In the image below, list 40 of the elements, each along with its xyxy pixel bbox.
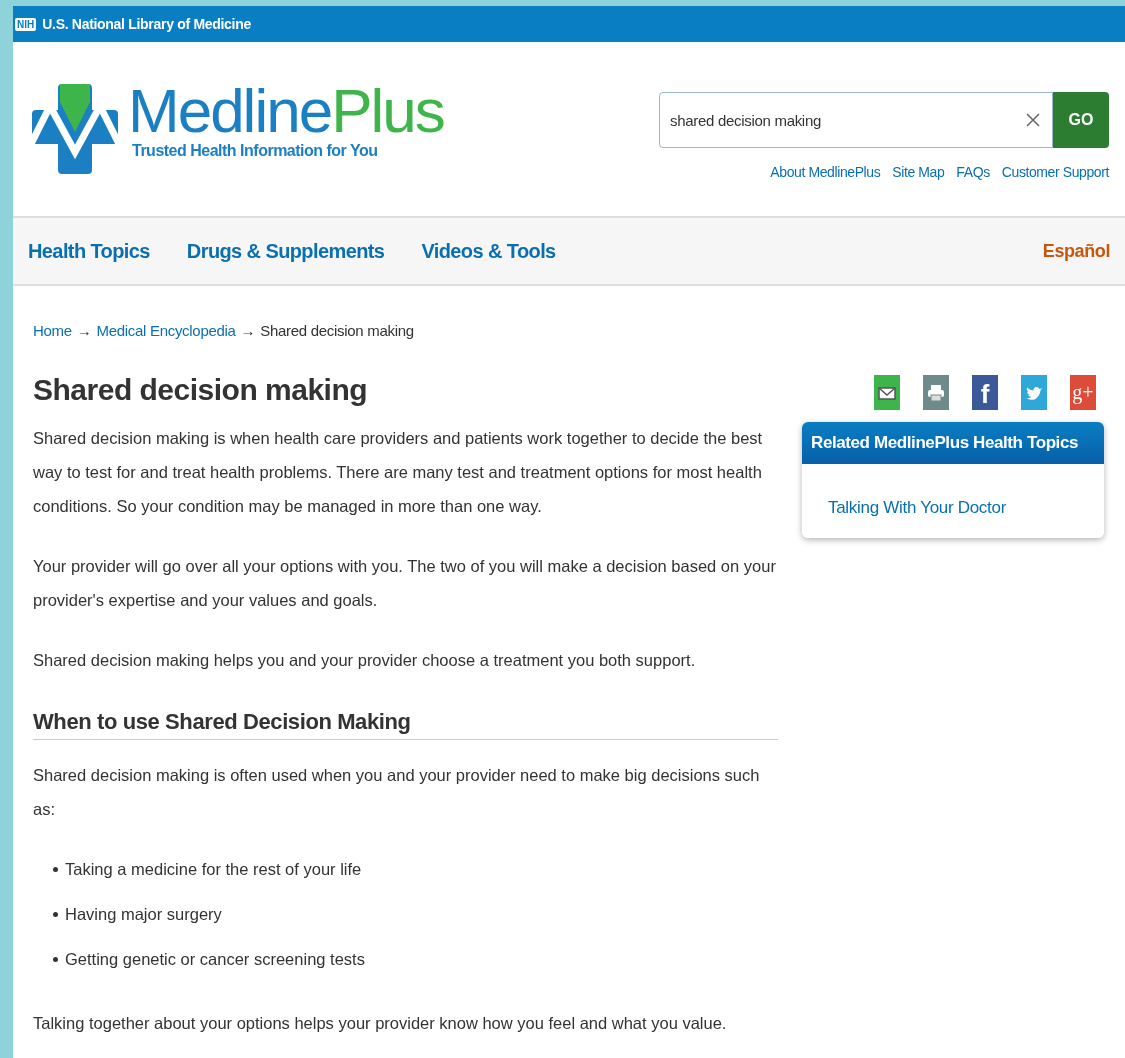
paragraph: Shared decision making helps you and your provider choose a treatment you both support. (33, 650, 697, 671)
share-print-icon[interactable] (923, 375, 949, 410)
breadcrumb-separator: → (240, 322, 256, 339)
share-facebook-icon[interactable]: f (972, 375, 998, 410)
paragraph: Shared decision making is often used when you and your provider need to make big decisions such as: (33, 765, 761, 820)
page-title: Shared decision making (33, 373, 369, 407)
nav-link[interactable]: Videos & Tools (421, 239, 556, 263)
panel-title: Related MedlinePlus Health Topics (802, 422, 1104, 464)
search-field[interactable]: shared decision making (659, 92, 1053, 148)
nih-badge: NIH (15, 17, 37, 31)
bullet-icon (53, 956, 58, 962)
close-icon (1025, 112, 1041, 128)
bullet-icon (53, 911, 58, 917)
list-item: Taking a medicine for the rest of your life (65, 859, 362, 879)
list-item: Having major surgery (65, 904, 222, 924)
breadcrumb-link[interactable]: Medical Encyclopedia (96, 322, 236, 339)
list-item: Getting genetic or cancer screening tests (65, 949, 365, 969)
nav-link[interactable]: Drugs & Supplements (186, 239, 385, 263)
site-logo[interactable]: MedlinePlus (128, 80, 444, 142)
library-title[interactable]: U.S. National Library of Medicine (42, 16, 251, 32)
share-email-icon[interactable] (874, 375, 900, 410)
utility-link[interactable]: FAQs (956, 164, 990, 180)
topic-link[interactable]: Talking With Your Doctor (828, 498, 1006, 517)
share-twitter-icon[interactable] (1021, 375, 1047, 410)
go-button[interactable]: GO (1053, 92, 1109, 148)
share-google-plus-icon[interactable]: g+ (1070, 375, 1096, 410)
tagline: Trusted Health Information for You (132, 142, 379, 160)
utility-link[interactable]: About MedlinePlus (770, 164, 881, 180)
breadcrumb-link[interactable]: Home (33, 322, 72, 339)
paragraph: Shared decision making is when health care providers and patients work together to decide the best way to test for and treat health problems. There are many test and treatment options for most health conditions. So your condition may be managed in more than one way. (33, 428, 764, 517)
breadcrumb-current: Shared decision making (260, 322, 414, 339)
section-heading: When to use Shared Decision Making (33, 709, 778, 740)
bullet-icon (53, 866, 58, 872)
language-link[interactable]: Español (1042, 240, 1110, 262)
breadcrumb-separator: → (76, 322, 92, 339)
paragraph: Your provider will go over all your options with you. The two of you will make a decision based on your provider's expertise and your values and goals. (33, 556, 777, 611)
utility-link[interactable]: Site Map (892, 164, 945, 180)
utility-link[interactable]: Customer Support (1001, 164, 1109, 180)
paragraph: Talking together about your options helps your provider know how you feel and what you value. (33, 1013, 728, 1034)
nav-link[interactable]: Health Topics (28, 239, 150, 263)
